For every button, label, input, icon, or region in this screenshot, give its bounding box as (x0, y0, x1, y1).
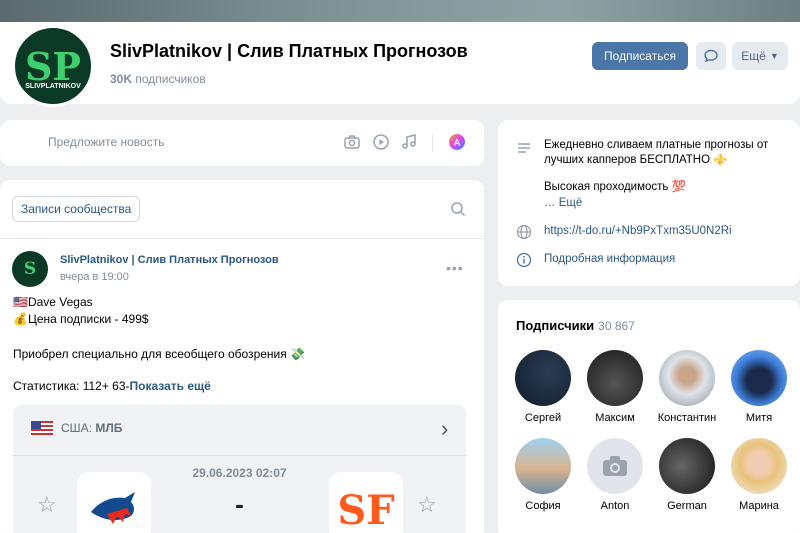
feed-divider (0, 238, 484, 239)
member-name: Марина (739, 500, 779, 512)
svg-text:A: A (454, 138, 461, 148)
suggest-news-box[interactable]: Предложите новость A (0, 120, 484, 166)
description-more-link[interactable]: … Ещё (544, 196, 582, 211)
member-item[interactable]: София (508, 438, 578, 512)
member-avatar (731, 438, 787, 494)
match-league: США: МЛБ (61, 421, 122, 435)
post-time[interactable]: вчера в 19:00 (60, 271, 129, 283)
match-card[interactable]: США: МЛБ › 29.06.2023 02:07 ☆ - SF ☆ (13, 405, 466, 533)
tab-community-posts[interactable]: Записи сообщества (12, 196, 141, 222)
subscribers-summary[interactable]: 30K подписчиков (110, 72, 206, 86)
chevron-down-icon: ▼ (769, 51, 779, 61)
member-item[interactable]: Сергей (508, 350, 578, 424)
group-info-card: Ежедневно сливаем платные прогнозы от лу… (498, 120, 800, 286)
group-avatar[interactable]: SP SLIVPLATNIKOV (12, 25, 94, 107)
match-divider (13, 455, 466, 456)
message-button[interactable] (696, 42, 726, 70)
member-avatar (515, 438, 571, 494)
member-name: Митя (745, 412, 773, 424)
post-line: Приобрел специально для всеобщего обозре… (13, 347, 306, 361)
group-description: Ежедневно сливаем платные прогнозы от лу… (544, 139, 769, 166)
avatar-caption: SLIVPLATNIKOV (25, 83, 81, 90)
group-title: SlivPlatnikov | Слив Платных Прогнозов (110, 41, 468, 61)
match-country: США: (61, 421, 93, 435)
member-item[interactable]: Максим (580, 350, 650, 424)
more-label: Ещё (741, 49, 766, 63)
camera-placeholder-icon (603, 456, 627, 476)
post-line: 🇺🇸Dave Vegas (13, 295, 93, 309)
member-avatar (731, 350, 787, 406)
post-line: 💰Цена подписки - 499$ (13, 312, 149, 326)
giants-logo-icon: SF (337, 487, 394, 533)
community-feed: Записи сообщества S SlivPlatnikov | Слив… (0, 180, 484, 533)
member-item[interactable]: Константин (652, 350, 722, 424)
us-flag-icon (31, 421, 53, 435)
post-author[interactable]: SlivPlatnikov | Слив Платных Прогнозов (60, 254, 279, 266)
ai-assistant-icon[interactable]: A (448, 133, 466, 151)
member-name: Сергей (524, 412, 562, 424)
star-icon[interactable]: ☆ (417, 492, 437, 518)
team-logo-giants: SF (329, 472, 403, 533)
video-icon[interactable] (372, 133, 390, 151)
subscribe-button[interactable]: Подписаться (592, 42, 688, 70)
post-author-avatar[interactable]: S (12, 251, 48, 287)
chevron-right-icon[interactable]: › (441, 416, 448, 442)
camera-icon[interactable] (343, 133, 361, 151)
member-item[interactable]: Марина (724, 438, 794, 512)
member-avatar (587, 350, 643, 406)
post-stats-line: Статистика: 112+ 63-Показать ещё (13, 379, 211, 393)
cover-image (0, 0, 800, 22)
subscribers-title-text: Подписчики (516, 318, 595, 333)
subscribers-count: 30K (110, 72, 133, 86)
group-website-link[interactable]: https://t-do.ru/+Nb9PxTxm35U0N2Ri (544, 224, 732, 239)
member-item[interactable]: Митя (724, 350, 794, 424)
member-name: Константин (657, 412, 717, 424)
message-icon (704, 49, 718, 63)
member-item[interactable]: German (652, 438, 722, 512)
avatar-letters: SP (24, 43, 82, 89)
member-name: Anton (600, 500, 630, 512)
post-stats: Статистика: 112+ 63- (13, 379, 130, 393)
member-avatar (659, 350, 715, 406)
post-menu-icon[interactable]: ••• (446, 260, 464, 276)
suggest-news-input[interactable]: Предложите новость (48, 135, 164, 149)
search-icon[interactable] (450, 201, 466, 217)
details-link[interactable]: Подробная информация (544, 252, 675, 267)
show-more-link[interactable]: Показать ещё (130, 379, 211, 393)
description-icon (518, 143, 530, 153)
globe-icon (516, 224, 532, 240)
member-item[interactable]: Anton (580, 438, 650, 512)
more-button[interactable]: Ещё ▼ (732, 42, 788, 70)
subscribers-card: Подписчики 30 867 Сергей Максим Константи… (498, 300, 800, 533)
member-avatar (587, 438, 643, 494)
member-avatar (515, 350, 571, 406)
info-icon (516, 252, 532, 268)
subscribers-total: 30 867 (598, 319, 635, 333)
member-name: Максим (595, 412, 635, 424)
suggest-divider (432, 134, 433, 152)
member-name: German (667, 500, 707, 512)
member-name: София (525, 500, 561, 512)
svg-text:SF: SF (337, 487, 394, 533)
group-description-2: Высокая проходимость 💯 (544, 181, 686, 193)
match-league-name: МЛБ (95, 421, 123, 435)
music-icon[interactable] (400, 133, 418, 151)
group-header: SP SLIVPLATNIKOV SlivPlatnikov | Слив Пл… (0, 22, 800, 107)
member-avatar (659, 438, 715, 494)
subscribers-label: подписчиков (135, 72, 206, 86)
subscribers-title[interactable]: Подписчики 30 867 (516, 318, 635, 333)
